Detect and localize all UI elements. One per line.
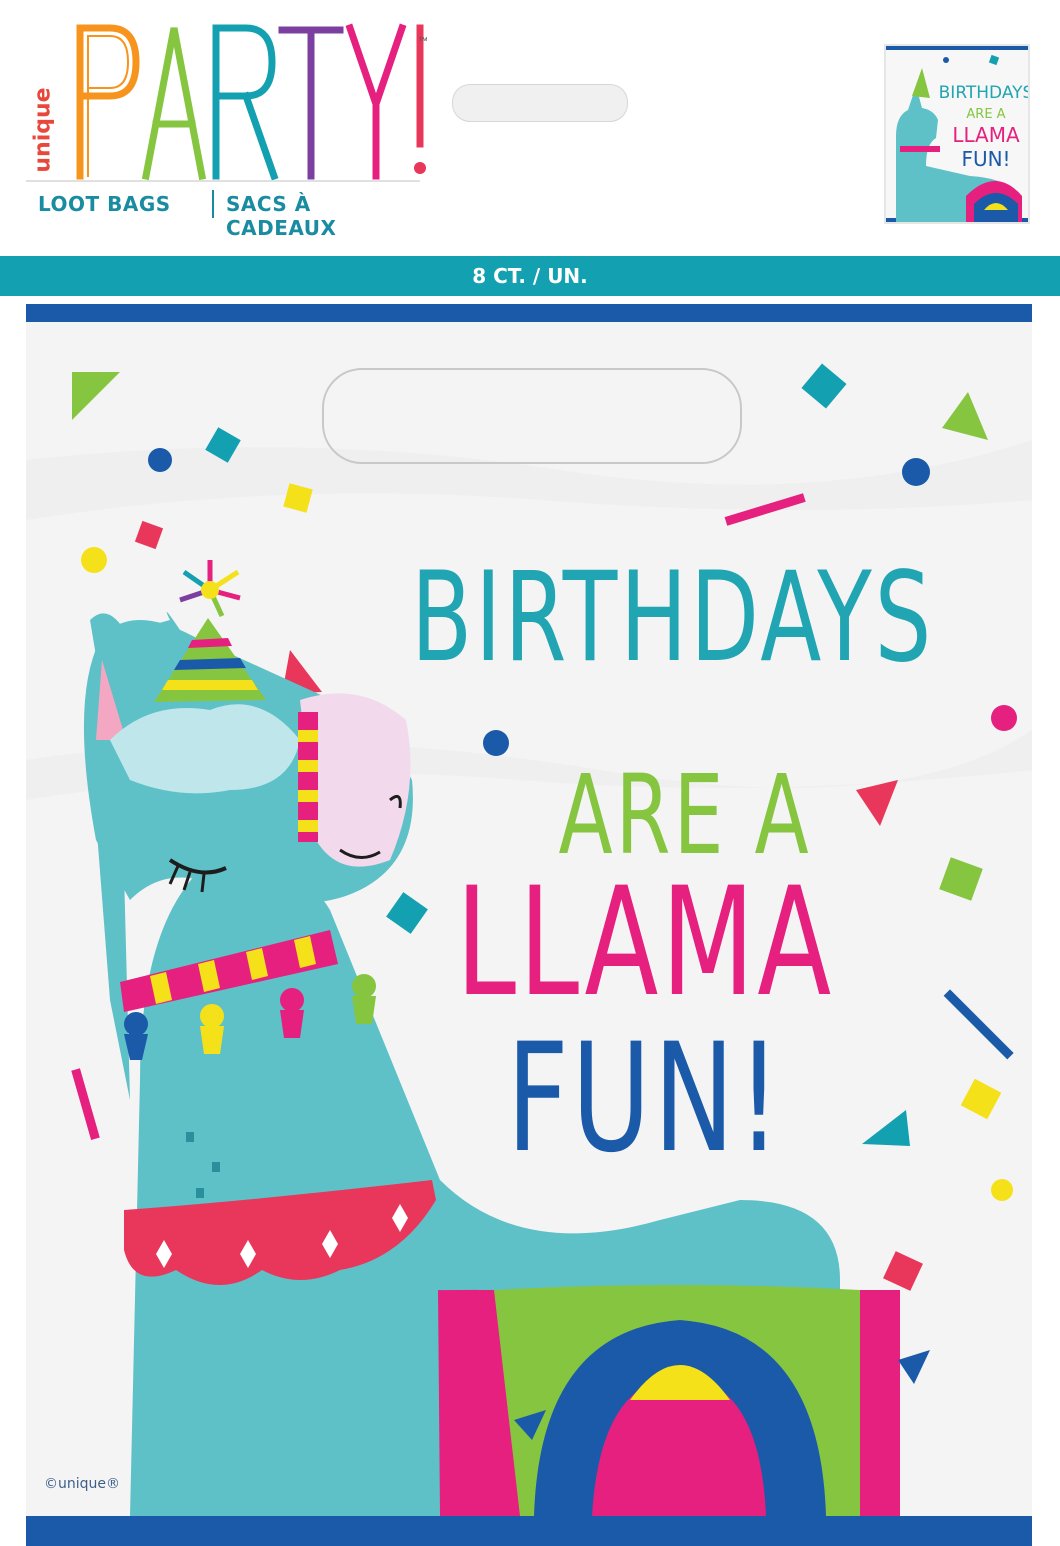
product-thumbnail: BIRTHDAYS ARE A LLAMA FUN! [884,44,1033,224]
product-type-english: LOOT BAGS [38,192,171,216]
header-card: unique ™ LOOT BAGS SACS À CADEAUX BIRTHD… [0,0,1060,256]
headline-line-4: FUN! [506,1012,784,1186]
thumbnail-line-1: BIRTHDAYS [939,83,1028,103]
hang-tab-slot [452,84,628,122]
thumbnail-illustration: BIRTHDAYS ARE A LLAMA FUN! [886,46,1033,222]
bag-bottom-stripe [26,1516,1032,1546]
count-banner: 8 CT. / UN. [0,256,1060,296]
brand-name: unique [30,87,56,173]
thumbnail-line-4: FUN! [961,147,1010,171]
trademark-symbol: ™ [418,36,428,47]
headline-line-2: ARE A [558,751,812,879]
thumbnail-line-3: LLAMA [952,123,1020,147]
thumbnail-line-2: ARE A [966,107,1005,122]
copyright-notice: ©unique® [44,1476,121,1492]
bag-handle-cutout [322,368,742,464]
divider [212,190,214,218]
brand-logo-party [76,23,426,181]
bag-top-stripe [26,304,1032,322]
headline-line-3: LLAMA [455,856,835,1030]
package-count: 8 CT. / UN. [472,264,588,288]
product-type-line: LOOT BAGS SACS À CADEAUX [26,180,420,240]
headline-line-1: BIRTHDAYS [411,546,935,690]
product-type-french: SACS À CADEAUX [226,192,337,240]
